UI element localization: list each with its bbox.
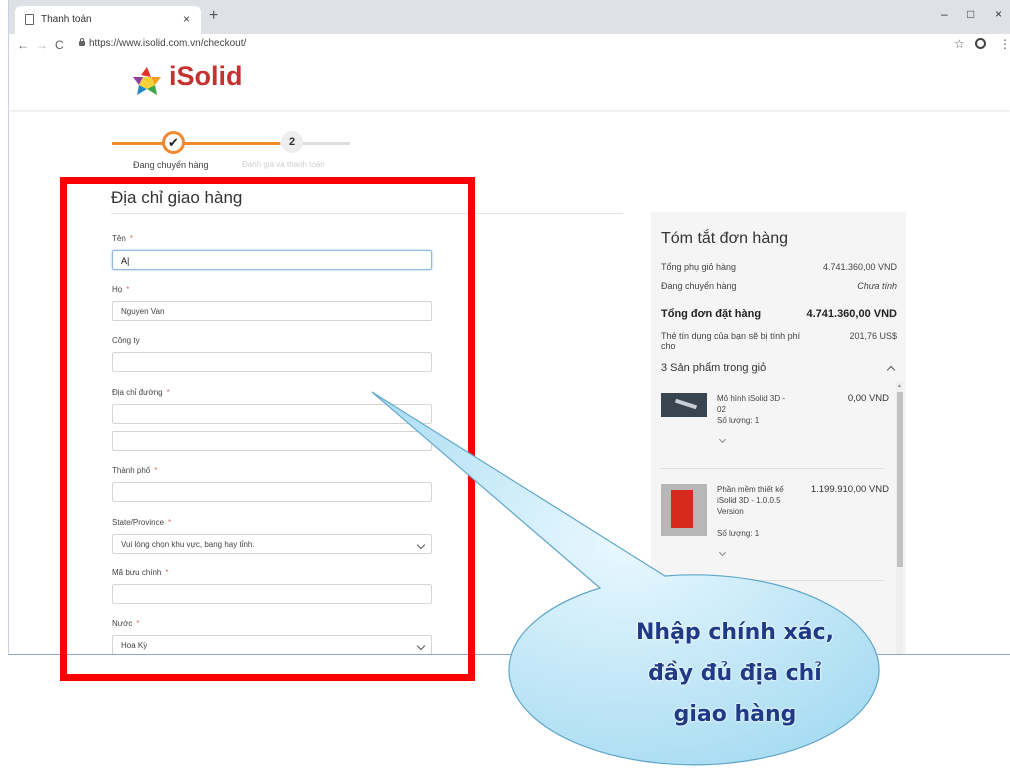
callout-text: Nhập chính xác, đầy đủ địa chỉ giao hàng [585,612,885,735]
callout-line: Nhập chính xác, [636,620,834,645]
callout-line: đầy đủ địa chỉ [648,661,822,686]
callout-line: giao hàng [673,702,797,727]
